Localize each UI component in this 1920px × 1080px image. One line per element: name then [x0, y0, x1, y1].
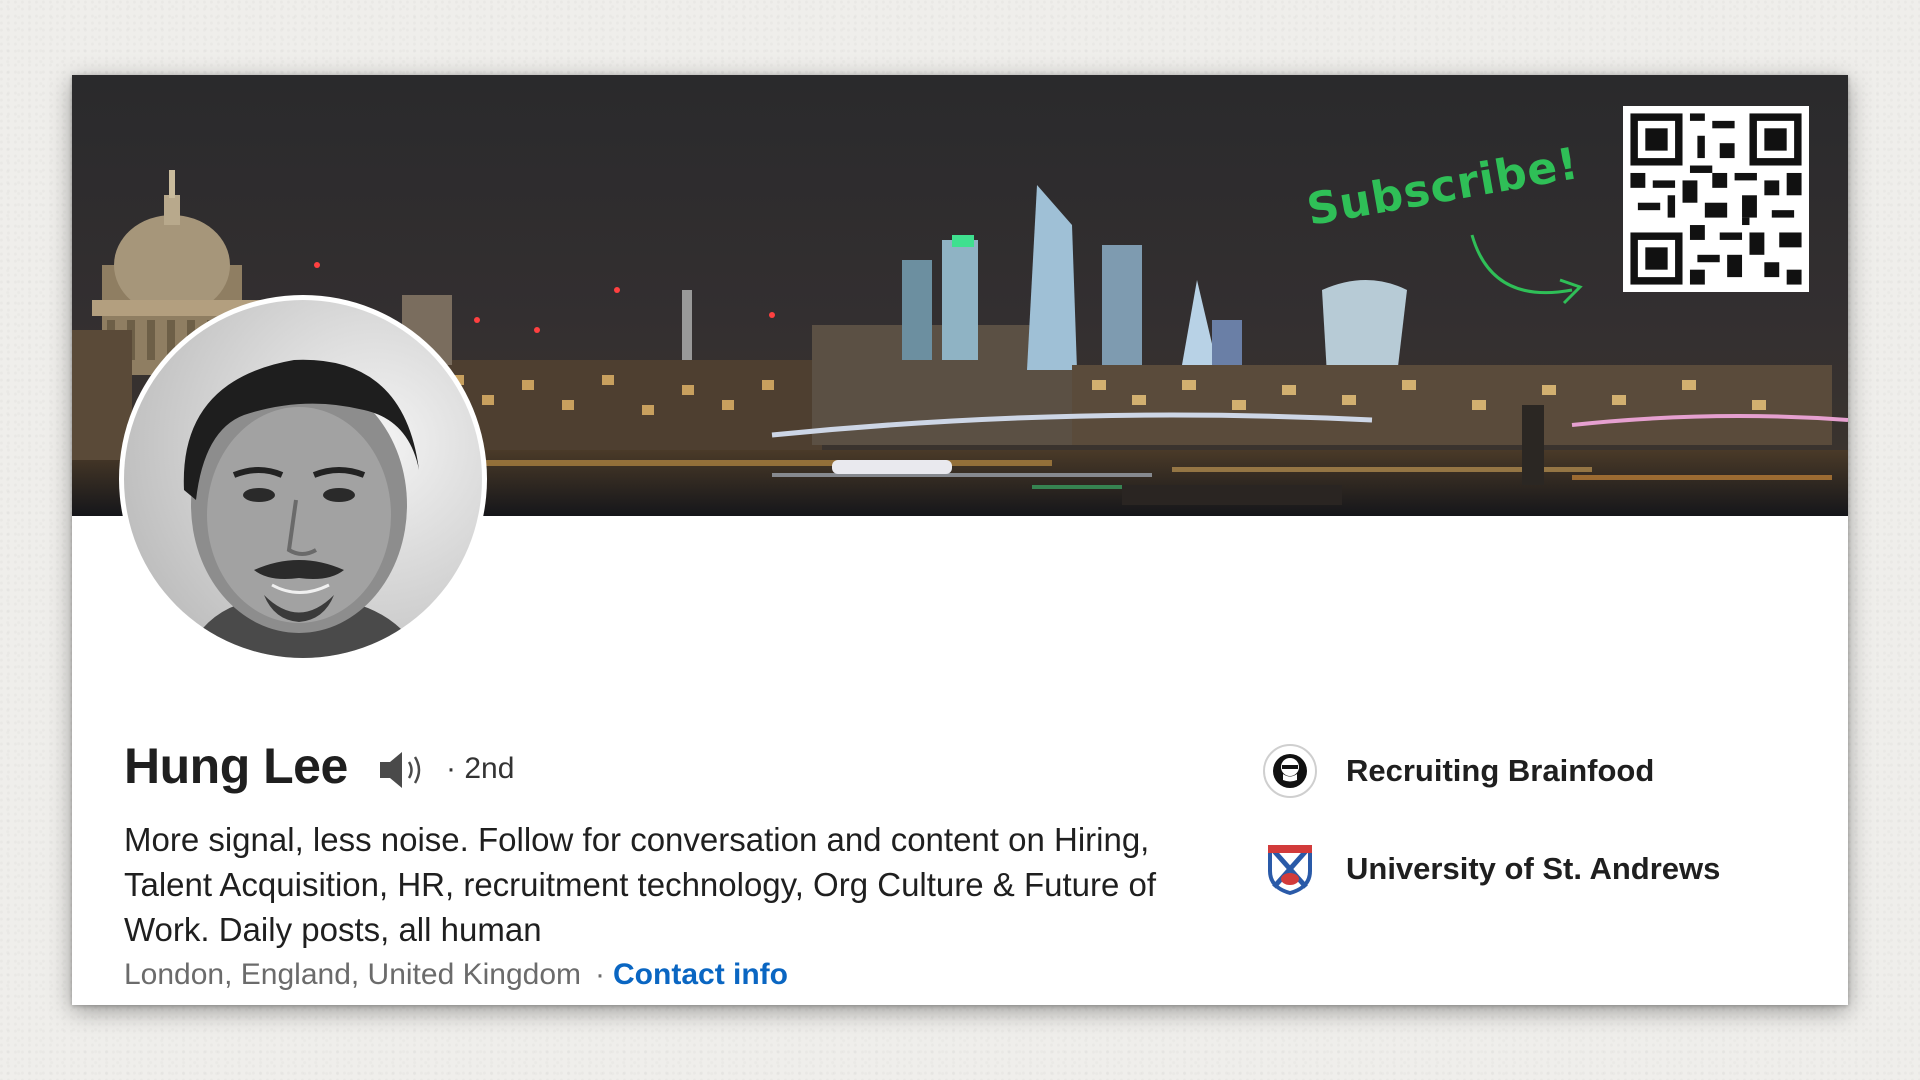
connection-degree: · 2nd: [446, 752, 515, 785]
org-name: Recruiting Brainfood: [1346, 753, 1655, 788]
profile-name: Hung Lee: [124, 738, 348, 794]
st-andrews-crest-icon: [1262, 841, 1318, 897]
org-university-st-andrews[interactable]: University of St. Andrews: [1262, 841, 1720, 897]
location-separator: ·: [595, 958, 606, 991]
org-recruiting-brainfood[interactable]: Recruiting Brainfood: [1262, 743, 1654, 799]
profile-card: Subscribe! Hung Lee · 2nd More signal, l…: [72, 75, 1848, 1005]
org-name: University of St. Andrews: [1346, 851, 1721, 886]
location-line: London, England, United Kingdom · Contact …: [124, 958, 788, 992]
qr-code-icon[interactable]: [1623, 106, 1809, 292]
profile-location: London, England, United Kingdom: [124, 958, 582, 991]
profile-photo[interactable]: [124, 300, 482, 658]
contact-info-link[interactable]: Contact info: [613, 958, 788, 991]
speaker-icon[interactable]: [378, 748, 432, 797]
recruiting-brainfood-logo-icon: [1262, 743, 1318, 799]
profile-headline: More signal, less noise. Follow for conv…: [124, 821, 1157, 948]
